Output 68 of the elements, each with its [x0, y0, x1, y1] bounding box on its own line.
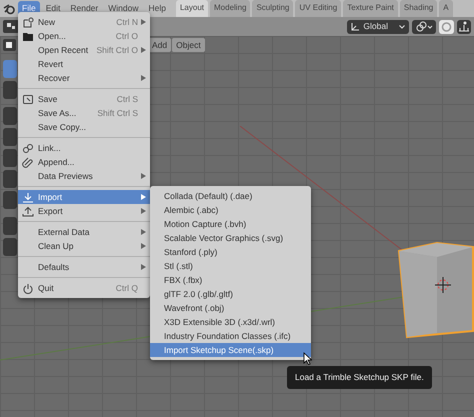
menu-item[interactable]: Render: [66, 1, 102, 16]
tool-button[interactable]: [3, 170, 17, 188]
workspace-tab[interactable]: UV Editing: [295, 0, 342, 17]
menu-item[interactable]: Append...: [18, 155, 150, 169]
menu-item[interactable]: External Data: [18, 225, 150, 239]
orientation-dropdown[interactable]: Global: [347, 20, 409, 34]
tool-button[interactable]: [3, 217, 17, 235]
menu-item[interactable]: Save Ctrl S: [18, 92, 150, 106]
header-menu-button[interactable]: Object: [172, 38, 205, 52]
menu-item[interactable]: Edit: [42, 1, 64, 16]
tool-button[interactable]: [3, 149, 17, 167]
menu-item[interactable]: Data Previews: [18, 169, 150, 183]
axes-icon: [351, 22, 360, 31]
menu-item[interactable]: Collada (Default) (.dae): [150, 189, 311, 203]
tooltip: Load a Trimble Sketchup SKP file.: [287, 366, 432, 389]
tool-button[interactable]: [3, 60, 17, 78]
link-icon: [22, 142, 34, 154]
tool-button[interactable]: [3, 81, 17, 99]
power-icon: [22, 282, 34, 294]
menu-item[interactable]: Save As... Shift Ctrl S: [18, 106, 150, 120]
menu-item[interactable]: Save Copy...: [18, 120, 150, 134]
paperclip-icon: [22, 156, 34, 168]
save-icon: [22, 94, 34, 104]
menu-item[interactable]: Import: [18, 190, 150, 204]
menu-item[interactable]: Link...: [18, 141, 150, 155]
menu-item[interactable]: Quit Ctrl Q: [18, 281, 150, 295]
blender-logo-icon: [3, 2, 16, 14]
menu-item[interactable]: Industry Foundation Classes (.ifc): [150, 329, 311, 343]
menu-item[interactable]: New Ctrl N: [18, 15, 150, 29]
menu-item[interactable]: Import Sketchup Scene(.skp): [150, 343, 311, 357]
menu-item[interactable]: Window: [104, 1, 142, 16]
menu-item[interactable]: Recover: [18, 71, 150, 85]
editor-type-icon: [3, 20, 19, 33]
menu-item[interactable]: Stanford (.ply): [150, 245, 311, 259]
tool-button[interactable]: [3, 238, 17, 256]
workspace-tab[interactable]: Shading: [400, 0, 438, 17]
menu-item[interactable]: Motion Capture (.bvh): [150, 217, 311, 231]
workspace-tab[interactable]: Sculpting: [252, 0, 294, 17]
mouse-pointer-icon: [303, 352, 312, 365]
tool-button[interactable]: [3, 128, 17, 146]
menu-item[interactable]: Export: [18, 204, 150, 218]
menu-item[interactable]: Alembic (.abc): [150, 203, 311, 217]
select-mode-icon: [3, 39, 16, 51]
menu-item[interactable]: Help: [144, 1, 170, 16]
export-icon: [22, 206, 34, 216]
menu-item[interactable]: Revert: [18, 57, 150, 71]
new-file-icon: [22, 16, 34, 28]
menu-item[interactable]: Stl (.stl): [150, 259, 311, 273]
chevron-down-icon: [399, 24, 405, 28]
folder-icon: [22, 30, 34, 42]
menu-item[interactable]: Open Recent Shift Ctrl O: [18, 43, 150, 57]
import-icon: [22, 192, 34, 202]
menu-item[interactable]: Scalable Vector Graphics (.svg): [150, 231, 311, 245]
menu-item[interactable]: Clean Up: [18, 239, 150, 253]
workspace-tab[interactable]: Texture Paint: [343, 0, 398, 17]
workspace-tab[interactable]: Modeling: [210, 0, 250, 17]
tool-button[interactable]: [3, 107, 17, 125]
menu-item[interactable]: FBX (.fbx): [150, 273, 311, 287]
menu-item[interactable]: Wavefront (.obj): [150, 301, 311, 315]
menu-item[interactable]: Defaults: [18, 260, 150, 274]
workspace-tab[interactable]: Layout: [176, 0, 208, 17]
tool-button[interactable]: [3, 191, 17, 209]
menu-item[interactable]: X3D Extensible 3D (.x3d/.wrl): [150, 315, 311, 329]
header-menu-button[interactable]: Add: [148, 38, 172, 52]
menu-item[interactable]: Open... Ctrl O: [18, 29, 150, 43]
link-icon: [412, 20, 436, 34]
workspace-tab[interactable]: A: [439, 0, 453, 17]
menu-item[interactable]: glTF 2.0 (.glb/.gltf): [150, 287, 311, 301]
